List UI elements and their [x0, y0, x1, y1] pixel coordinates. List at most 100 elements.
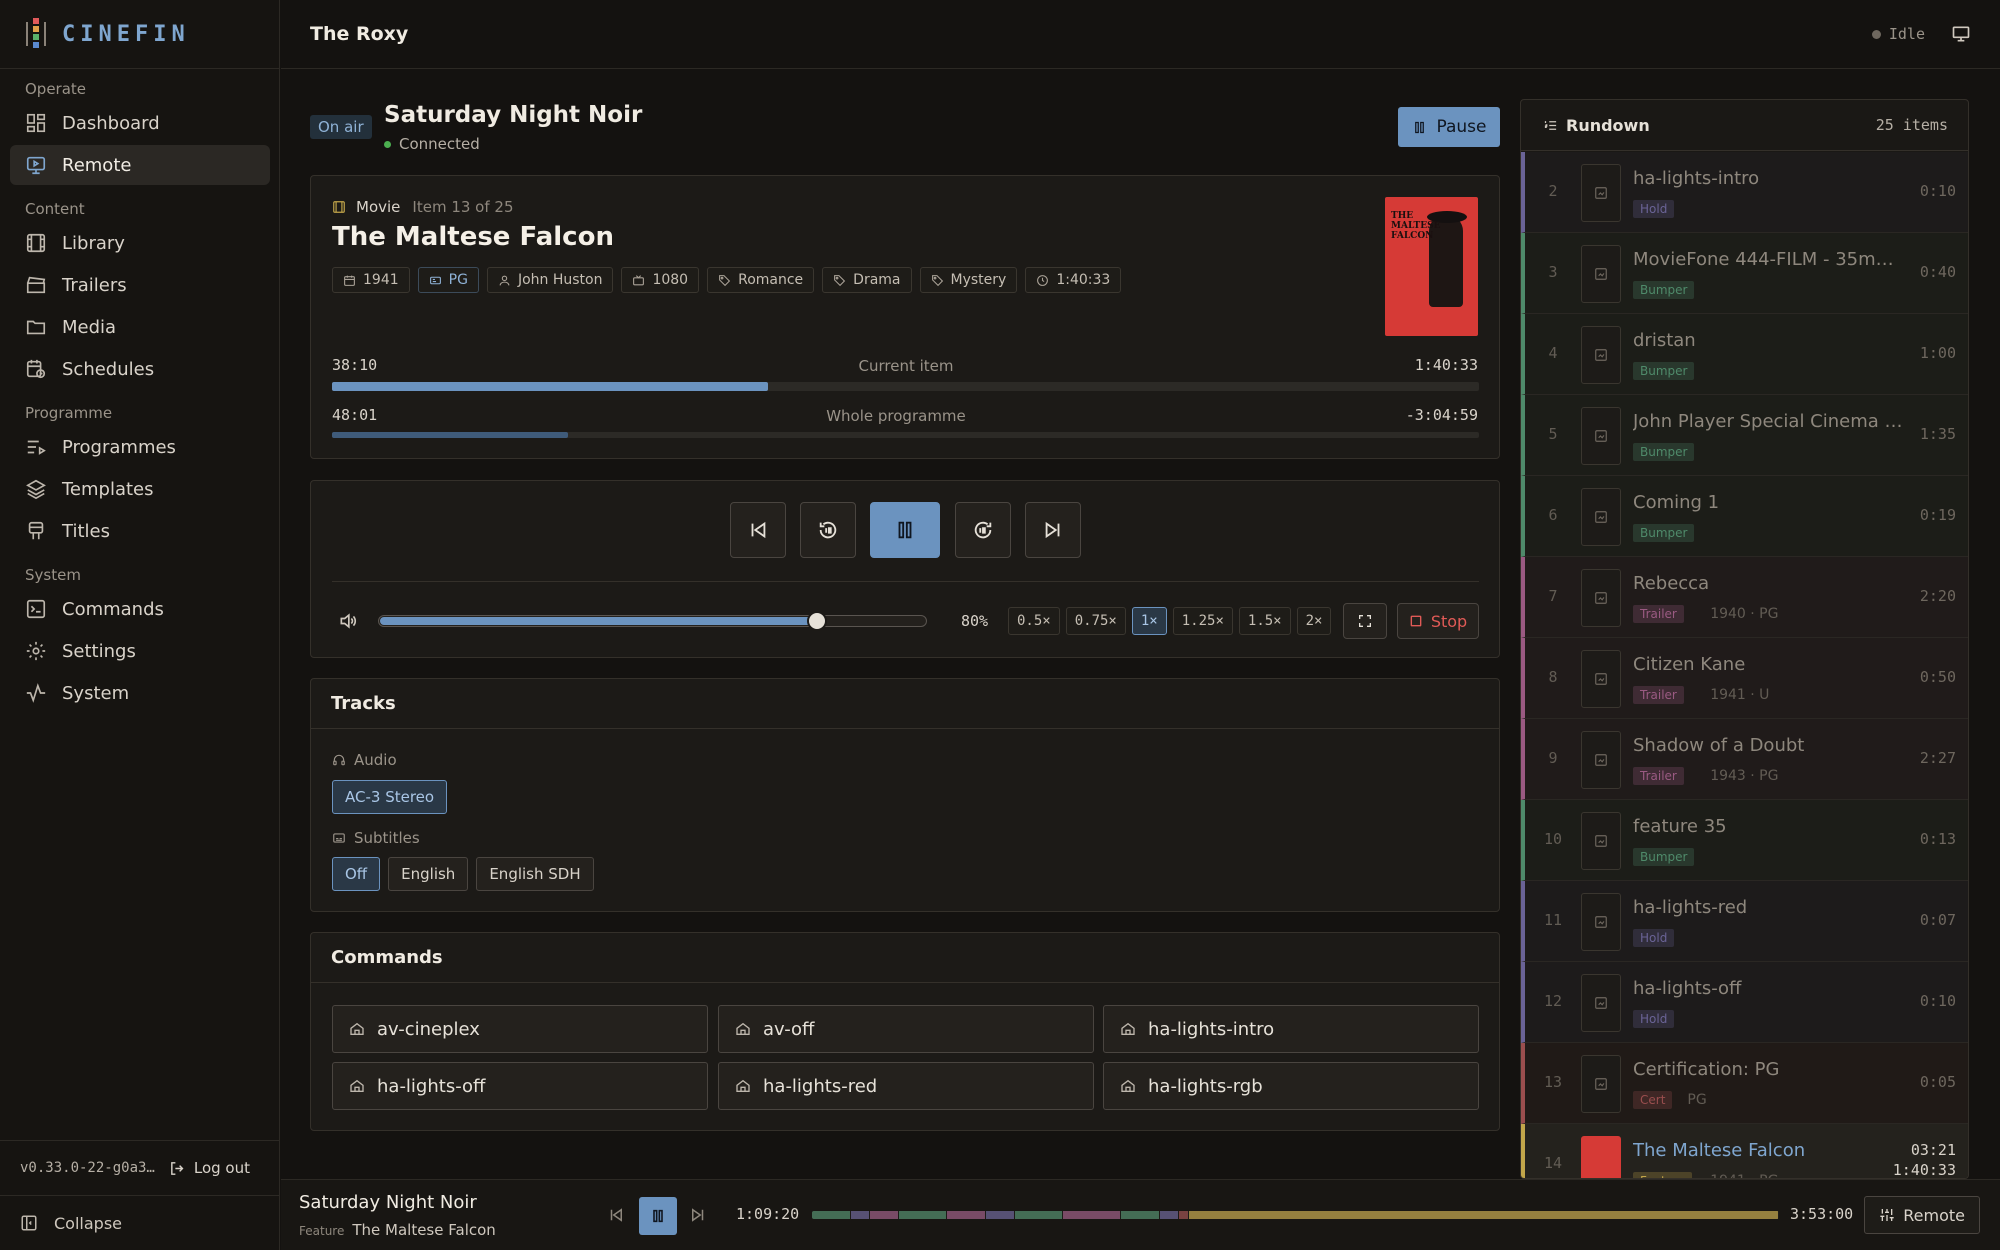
metadata-chips: 1941 PG John Huston 1080 Romance Drama M… [332, 267, 1129, 293]
director-chip: John Huston [486, 267, 614, 293]
volume-slider-handle[interactable] [806, 611, 827, 631]
subtitle-options: Off English English SDH [332, 857, 602, 891]
volume-slider[interactable] [378, 611, 927, 631]
sidebar-item-label: Schedules [62, 358, 155, 380]
command-ha-lights-intro-button[interactable]: ha-lights-intro [1103, 1005, 1479, 1053]
sidebar-item-media[interactable]: Media [10, 307, 270, 347]
rundown-item[interactable]: 14The Maltese FalconFeature1941 · PG03:2… [1521, 1124, 1968, 1178]
command-ha-lights-off-button[interactable]: ha-lights-off [332, 1062, 708, 1110]
sidebar-item-library[interactable]: Library [10, 223, 270, 263]
speed-2x-button[interactable]: 2× [1296, 607, 1332, 635]
monitor-icon[interactable] [1951, 24, 1971, 44]
genre-label: Romance [738, 272, 804, 288]
logout-button[interactable]: Log out [169, 1159, 250, 1177]
person-icon [499, 275, 510, 285]
idle-status: Idle [1871, 24, 1971, 44]
skip-back-icon[interactable] [607, 1206, 625, 1224]
rundown-item-title: feature 35 [1633, 816, 1727, 837]
fullscreen-button[interactable] [1343, 603, 1387, 639]
rundown-item-thumbnail [1581, 650, 1621, 708]
runtime-chip: 1:40:33 [1025, 267, 1122, 293]
sidebar-item-schedules[interactable]: Schedules [10, 349, 270, 389]
rundown-item[interactable]: 4 dristan Bumper 1:00 [1521, 314, 1968, 395]
rundown-item-tag: Bumper [1633, 443, 1695, 461]
command-av-off-button[interactable]: av-off [718, 1005, 1094, 1053]
subtitle-english-sdh-button[interactable]: English SDH [476, 857, 594, 891]
rundown-item[interactable]: 5 John Player Special Cinema Adv… Bumper 1:… [1521, 395, 1968, 476]
sidebar-item-label: Trailers [62, 274, 127, 296]
speed-selector: 0.5× 0.75× 1× 1.25× 1.5× 2× [1008, 607, 1337, 635]
whole-programme-progress [332, 432, 1479, 438]
home-icon [1121, 1079, 1135, 1092]
rundown-item-duration: 2:20 [1919, 587, 1956, 605]
rundown-item-duration: 0:19 [1919, 506, 1956, 524]
skip-forward-icon[interactable] [689, 1206, 707, 1224]
rundown-item-duration: 0:13 [1919, 830, 1956, 848]
sidebar-item-templates[interactable]: Templates [10, 469, 270, 509]
trailers-icon [26, 276, 46, 294]
film-strip-logo-icon [26, 18, 46, 50]
sidebar-item-commands[interactable]: Commands [10, 589, 270, 629]
rundown-item[interactable]: 9 Shadow of a Doubt Trailer 1943 · PG 2:27 [1521, 719, 1968, 800]
speed-1-25x-button[interactable]: 1.25× [1172, 607, 1233, 635]
brand[interactable]: CINEFIN [0, 0, 279, 69]
audio-track-ac3-stereo[interactable]: AC-3 Stereo [332, 780, 448, 814]
speed-1-5x-button[interactable]: 1.5× [1238, 607, 1291, 635]
timeline-segment [812, 1211, 851, 1219]
mini-player-programme: Saturday Night Noir [299, 1192, 477, 1213]
film-icon [333, 201, 345, 213]
now-playing-card: Movie Item 13 of 25 The Maltese Falcon 1… [310, 175, 1500, 459]
programme-timeline[interactable] [812, 1211, 1779, 1219]
collapse-button[interactable]: Collapse [0, 1195, 280, 1250]
pause-button[interactable]: Pause [1398, 107, 1500, 147]
subtitle-off-button[interactable]: Off [332, 857, 381, 891]
sidebar-item-dashboard[interactable]: Dashboard [10, 103, 270, 143]
speed-0-75x-button[interactable]: 0.75× [1065, 607, 1126, 635]
sidebar-item-remote[interactable]: Remote [10, 145, 270, 185]
rundown-count: 25 items [1875, 116, 1948, 134]
rundown-item[interactable]: 11 ha-lights-red Hold 0:07 [1521, 881, 1968, 962]
rundown-item[interactable]: 12 ha-lights-off Hold 0:10 [1521, 962, 1968, 1043]
volume-icon[interactable] [338, 611, 358, 631]
command-ha-lights-rgb-button[interactable]: ha-lights-rgb [1103, 1062, 1479, 1110]
nav-section-content: Content [25, 200, 85, 218]
forward-10-button[interactable] [955, 502, 1011, 558]
subtitle-english-button[interactable]: English [388, 857, 469, 891]
rundown-item-tag: Bumper [1633, 524, 1695, 542]
sidebar-item-trailers[interactable]: Trailers [10, 265, 270, 305]
mini-player-title: The Maltese Falcon [352, 1221, 496, 1239]
sidebar-item-system[interactable]: System [10, 673, 270, 713]
command-ha-lights-red-button[interactable]: ha-lights-red [718, 1062, 1094, 1110]
remote-toggle-button[interactable]: Remote [1864, 1196, 1980, 1234]
divider [332, 581, 1479, 582]
play-pause-button[interactable] [870, 502, 940, 558]
rundown-item-number: 4 [1548, 344, 1558, 362]
current-item-label: Current item [858, 357, 954, 375]
sidebar-item-label: Library [62, 232, 125, 254]
rundown-item[interactable]: 2 ha-lights-intro Hold 0:10 [1521, 152, 1968, 233]
rundown-item[interactable]: 13 Certification: PG Cert PG 0:05 [1521, 1043, 1968, 1124]
rundown-item[interactable]: 7 Rebecca Trailer 1940 · PG 2:20 [1521, 557, 1968, 638]
rewind-10-button[interactable] [800, 502, 856, 558]
rating-chip: PG [417, 267, 479, 293]
rundown-item-duration: 0:50 [1919, 668, 1956, 686]
rundown-item[interactable]: 3 MovieFone 444-FILM - 35mm - … Bumper 0:40 [1521, 233, 1968, 314]
rundown-item-tag: Trailer [1633, 686, 1684, 704]
sidebar-item-programmes[interactable]: Programmes [10, 427, 270, 467]
commands-title: Commands [311, 933, 1499, 983]
speed-0-5x-button[interactable]: 0.5× [1008, 607, 1060, 635]
previous-button[interactable] [730, 502, 786, 558]
rundown-item[interactable]: 10 feature 35 Bumper 0:13 [1521, 800, 1968, 881]
rundown-item[interactable]: 8 Citizen Kane Trailer 1941 · U 0:50 [1521, 638, 1968, 719]
rundown-item[interactable]: 6 Coming 1 Bumper 0:19 [1521, 476, 1968, 557]
rundown-item-duration: 03:21 [1910, 1141, 1956, 1159]
sidebar-item-titles[interactable]: Titles [10, 511, 270, 551]
mini-play-pause-button[interactable] [639, 1197, 677, 1235]
next-button[interactable] [1025, 502, 1081, 558]
stop-button[interactable]: Stop [1397, 603, 1479, 639]
current-item-progress[interactable] [332, 382, 1479, 391]
speed-1x-button[interactable]: 1× [1131, 607, 1167, 635]
command-av-cineplex-button[interactable]: av-cineplex [332, 1005, 708, 1053]
sidebar-item-settings[interactable]: Settings [10, 631, 270, 671]
skip-back-icon [751, 521, 766, 539]
